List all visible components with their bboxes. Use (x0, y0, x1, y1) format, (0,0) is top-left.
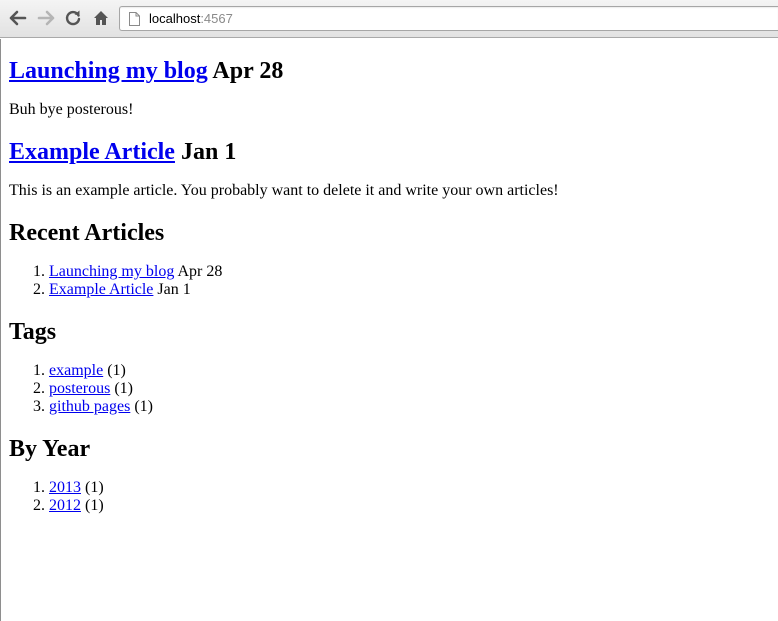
year-count: (1) (85, 497, 104, 514)
home-button[interactable] (90, 7, 112, 29)
list-item: Example Article Jan 1 (49, 281, 778, 299)
url-host: localhost (149, 11, 201, 26)
year-link[interactable]: 2012 (49, 497, 81, 514)
reload-button[interactable] (62, 7, 84, 29)
tag-link[interactable]: example (49, 362, 103, 379)
back-arrow-icon (9, 10, 27, 26)
article-body: Buh bye posterous! (9, 101, 134, 118)
article-heading: Launching my blog Apr 28 (9, 57, 778, 85)
page-content: Launching my blog Apr 28 Buh bye postero… (1, 57, 778, 515)
list-item: example (1) (49, 362, 778, 380)
article-date: Jan 1 (180, 139, 237, 165)
tags-list: example (1) posterous (1) github pages (… (9, 362, 778, 416)
reload-icon (65, 10, 81, 26)
page-icon (129, 12, 140, 26)
recent-article-date: Jan 1 (157, 281, 191, 298)
article: Example Article Jan 1 This is an example… (9, 138, 778, 200)
tag-link[interactable]: github pages (49, 398, 130, 415)
tag-count: (1) (134, 398, 153, 415)
year-link[interactable]: 2013 (49, 479, 81, 496)
year-count: (1) (85, 479, 104, 496)
article-title-link[interactable]: Example Article (9, 139, 175, 165)
tag-count: (1) (114, 380, 133, 397)
list-item: Launching my blog Apr 28 (49, 263, 778, 281)
article-body: This is an example article. You probably… (9, 182, 559, 199)
forward-arrow-icon (37, 10, 55, 26)
url-port: :4567 (200, 11, 233, 26)
recent-articles-list: Launching my blog Apr 28 Example Article… (9, 263, 778, 299)
list-item: posterous (1) (49, 380, 778, 398)
article-title-link[interactable]: Launching my blog (9, 58, 208, 84)
recent-article-date: Apr 28 (177, 263, 223, 280)
list-item: 2013 (1) (49, 479, 778, 497)
forward-button[interactable] (35, 7, 57, 29)
article-heading: Example Article Jan 1 (9, 138, 778, 166)
browser-toolbar: localhost:4567 (0, 0, 778, 38)
back-button[interactable] (7, 7, 29, 29)
recent-articles-heading: Recent Articles (9, 220, 165, 246)
address-bar[interactable]: localhost:4567 (119, 6, 778, 31)
home-icon (94, 11, 108, 25)
tag-link[interactable]: posterous (49, 380, 110, 397)
tag-count: (1) (107, 362, 126, 379)
recent-article-link[interactable]: Launching my blog (49, 263, 174, 280)
article: Launching my blog Apr 28 Buh bye postero… (9, 57, 778, 119)
by-year-list: 2013 (1) 2012 (1) (9, 479, 778, 515)
list-item: 2012 (1) (49, 497, 778, 515)
article-date: Apr 28 (212, 58, 284, 84)
recent-article-link[interactable]: Example Article (49, 281, 153, 298)
by-year-heading: By Year (9, 436, 91, 462)
tags-heading: Tags (9, 319, 57, 345)
page-viewport: Launching my blog Apr 28 Buh bye postero… (0, 39, 778, 621)
url-text: localhost:4567 (149, 11, 233, 27)
list-item: github pages (1) (49, 398, 778, 416)
